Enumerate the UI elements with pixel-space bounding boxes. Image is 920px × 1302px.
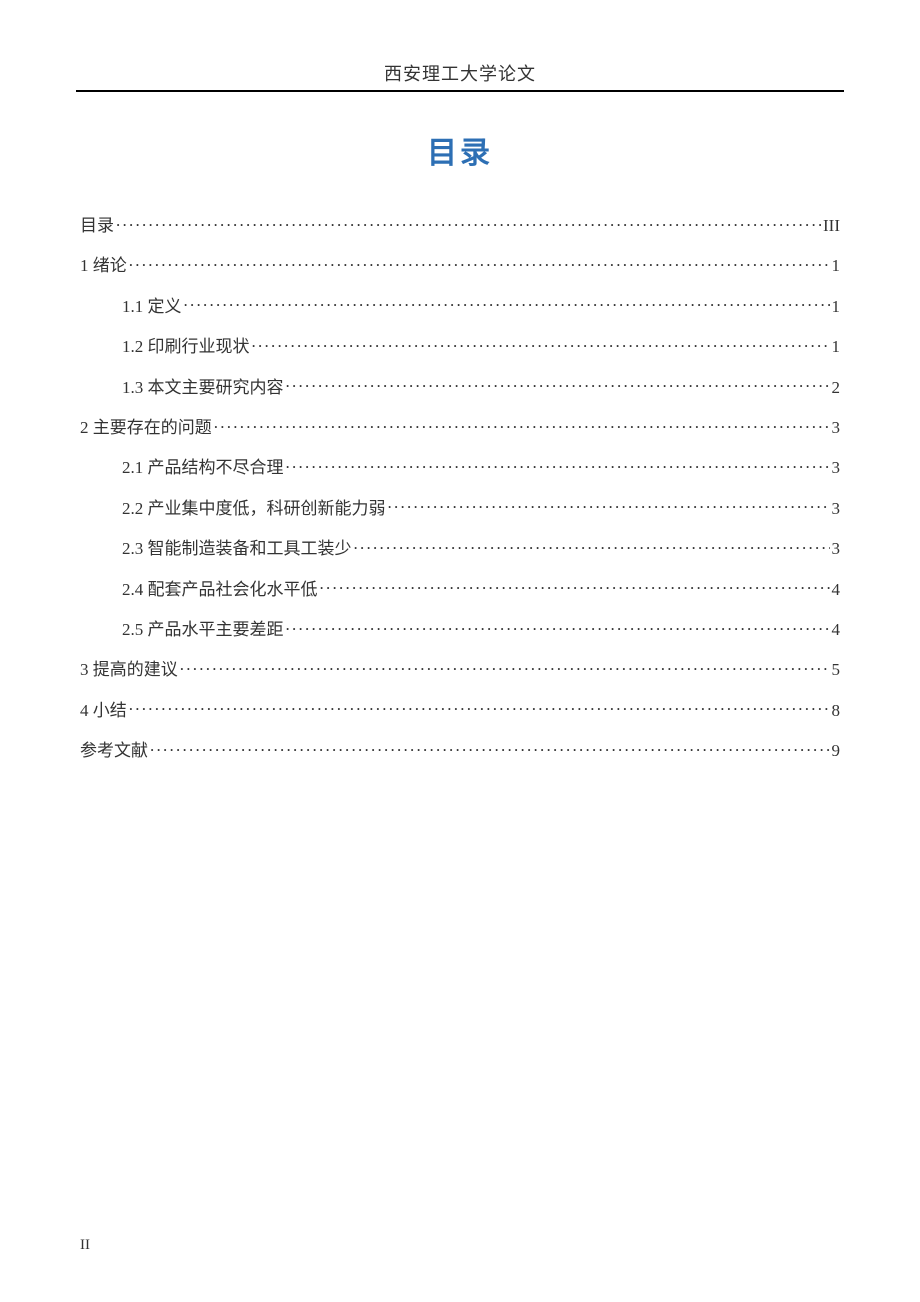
toc-entry-label: 1.1 定义 <box>122 297 182 317</box>
running-header: 西安理工大学论文 <box>80 60 840 86</box>
toc-entry-label: 2.3 智能制造装备和工具工装少 <box>122 539 352 559</box>
toc-leader-dots <box>286 456 830 473</box>
toc-entry: 参考文献 9 <box>80 739 840 761</box>
toc-entry: 目录 III <box>80 214 840 236</box>
toc-entry: 1.1 定义 1 <box>80 295 840 317</box>
toc-leader-dots <box>286 376 830 393</box>
toc-leader-dots <box>354 537 830 554</box>
document-page: 西安理工大学论文 目录 目录III1 绪论11.1 定义11.2 印刷行业现状1… <box>0 0 920 1302</box>
toc-entry: 2.1 产品结构不尽合理 3 <box>80 456 840 478</box>
toc-entry-page: 1 <box>832 256 841 276</box>
toc-entry-label: 1.2 印刷行业现状 <box>122 337 250 357</box>
toc-entry-page: 9 <box>832 741 841 761</box>
page-number: II <box>80 1237 90 1254</box>
toc-leader-dots <box>214 416 830 433</box>
toc-entry-label: 3 提高的建议 <box>80 660 178 680</box>
toc-leader-dots <box>116 214 821 231</box>
toc-entry-label: 2.1 产品结构不尽合理 <box>122 458 284 478</box>
toc-entry-label: 2.2 产业集中度低，科研创新能力弱 <box>122 499 386 519</box>
toc-entry: 1 绪论 1 <box>80 254 840 276</box>
toc-leader-dots <box>184 295 830 312</box>
toc-entry-page: 5 <box>832 660 841 680</box>
toc-entry: 2 主要存在的问题 3 <box>80 416 840 438</box>
toc-leader-dots <box>129 254 830 271</box>
toc-entry-label: 4 小结 <box>80 701 127 721</box>
toc-entry: 2.5 产品水平主要差距 4 <box>80 618 840 640</box>
toc-entry-label: 2 主要存在的问题 <box>80 418 212 438</box>
toc-entry: 3 提高的建议 5 <box>80 658 840 680</box>
toc-entry: 4 小结 8 <box>80 699 840 721</box>
toc-leader-dots <box>180 658 830 675</box>
toc-entry-label: 1.3 本文主要研究内容 <box>122 378 284 398</box>
toc-entry-label: 目录 <box>80 216 114 236</box>
toc-entry: 1.2 印刷行业现状 1 <box>80 335 840 357</box>
toc-entry: 2.3 智能制造装备和工具工装少 3 <box>80 537 840 559</box>
toc-entry-page: 8 <box>832 701 841 721</box>
toc-entry-page: 1 <box>832 337 841 357</box>
toc-entry: 1.3 本文主要研究内容 2 <box>80 376 840 398</box>
toc-entry-page: 3 <box>832 418 841 438</box>
toc-entry-page: 4 <box>832 620 841 640</box>
toc-entry-page: 3 <box>832 539 841 559</box>
toc-entry-label: 2.5 产品水平主要差距 <box>122 620 284 640</box>
toc-leader-dots <box>388 497 830 514</box>
toc-entry: 2.4 配套产品社会化水平低 4 <box>80 578 840 600</box>
toc-leader-dots <box>252 335 830 352</box>
toc-leader-dots <box>129 699 830 716</box>
header-rule <box>76 90 844 92</box>
toc-entry-page: 3 <box>832 499 841 519</box>
toc-entry-label: 参考文献 <box>80 741 148 761</box>
table-of-contents: 目录 III 1 绪论 1 1.1 定义 1 1.2 印刷行业现状 1 1.3 本文主要研究内容… <box>80 214 840 761</box>
toc-leader-dots <box>320 578 830 595</box>
toc-entry-page: 1 <box>832 297 841 317</box>
toc-entry-page: 2 <box>832 378 841 398</box>
toc-entry-page: 4 <box>832 580 841 600</box>
toc-leader-dots <box>150 739 830 756</box>
toc-leader-dots <box>286 618 830 635</box>
toc-title: 目录 <box>80 128 840 172</box>
toc-entry-label: 1 绪论 <box>80 256 127 276</box>
toc-entry: 2.2 产业集中度低，科研创新能力弱 3 <box>80 497 840 519</box>
toc-entry-label: 2.4 配套产品社会化水平低 <box>122 580 318 600</box>
toc-entry-page: 3 <box>832 458 841 478</box>
toc-entry-page: III <box>823 216 840 236</box>
